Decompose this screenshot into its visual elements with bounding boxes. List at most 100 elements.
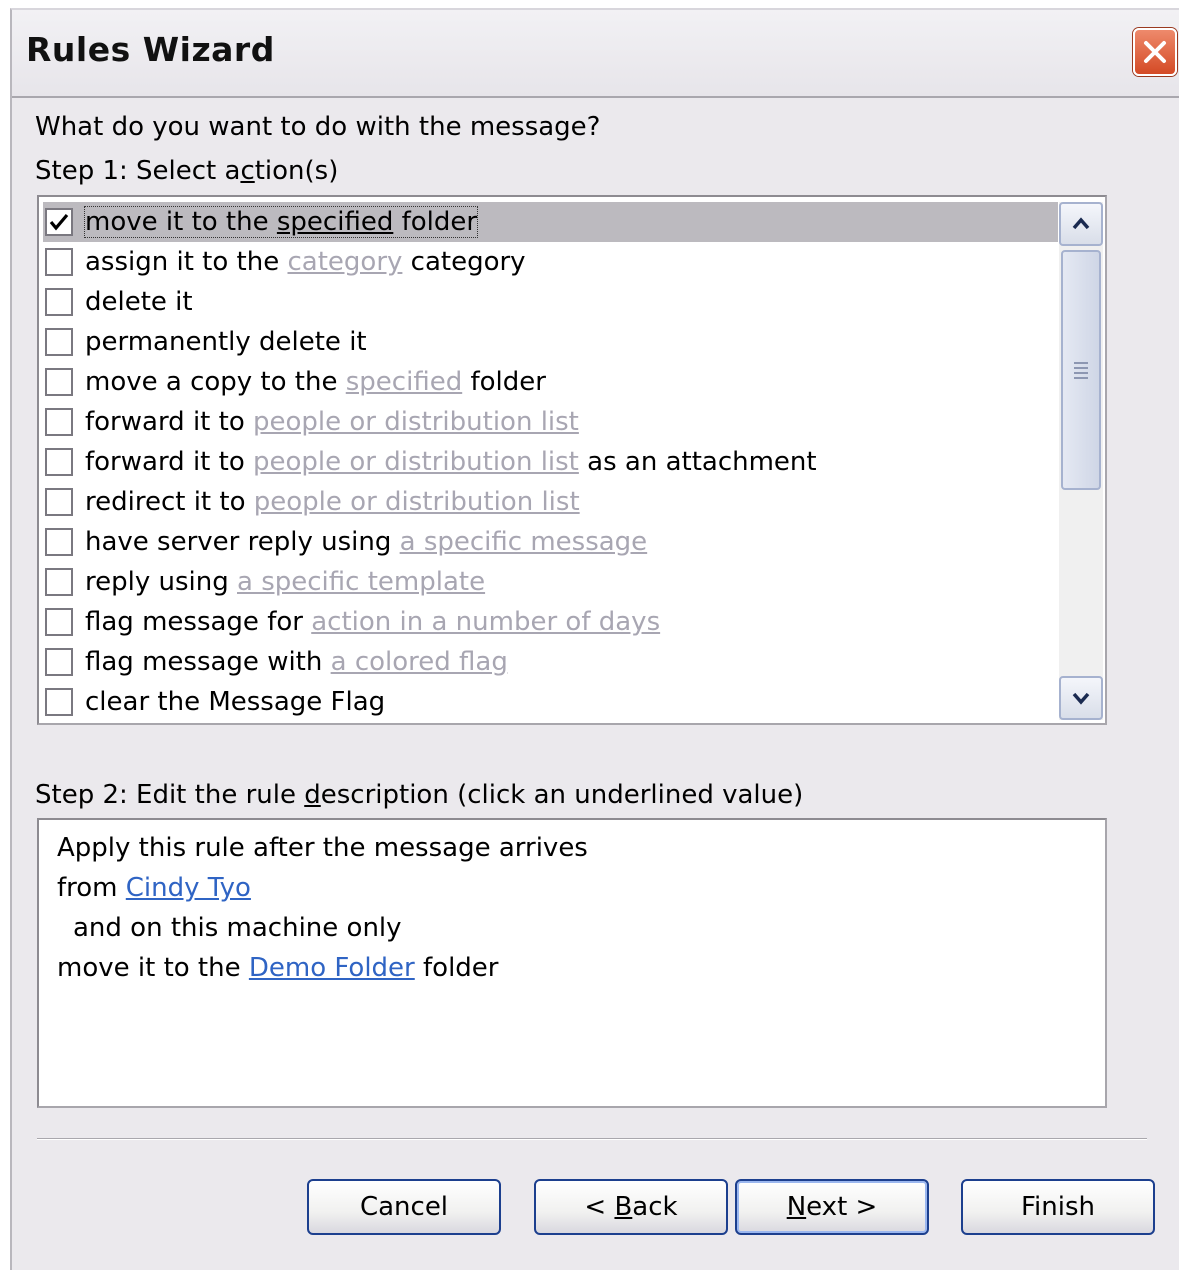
action-checkbox[interactable]	[45, 688, 73, 716]
action-checkbox[interactable]	[45, 648, 73, 676]
action-placeholder-link[interactable]: category	[287, 247, 402, 277]
close-button[interactable]	[1133, 28, 1177, 76]
step1-label-mnemonic: c	[240, 156, 255, 186]
action-row[interactable]: delete it	[43, 282, 1058, 322]
action-text: clear the Message Flag	[85, 687, 386, 717]
title-bar[interactable]: Rules Wizard	[12, 10, 1179, 98]
action-checkbox[interactable]	[45, 608, 73, 636]
action-checkbox[interactable]	[45, 328, 73, 356]
action-placeholder-link[interactable]: people or distribution list	[253, 447, 579, 477]
action-row[interactable]: forward it to people or distribution lis…	[43, 442, 1058, 482]
cancel-label: Cancel	[359, 1192, 449, 1222]
action-placeholder-link[interactable]: a colored flag	[331, 647, 508, 677]
wizard-prompt: What do you want to do with the message?	[35, 112, 601, 142]
action-text: delete it	[85, 287, 193, 317]
action-checkbox[interactable]	[45, 448, 73, 476]
folder-link[interactable]: Demo Folder	[249, 953, 415, 983]
description-line: and on this machine only	[73, 913, 402, 943]
step2-label-part: escription (click an underlined value)	[320, 780, 804, 810]
checkmark-icon	[49, 213, 69, 231]
action-label: move it to the specified folder	[83, 206, 479, 238]
action-row[interactable]: flag message with a colored flag	[43, 642, 1058, 682]
description-text: folder	[414, 953, 499, 983]
scroll-down-button[interactable]	[1059, 676, 1103, 720]
action-row[interactable]: have server reply using a specific messa…	[43, 522, 1058, 562]
action-placeholder-link[interactable]: action in a number of days	[311, 607, 660, 637]
sender-link[interactable]: Cindy Tyo	[126, 873, 251, 903]
action-label: reply using a specific template	[85, 567, 485, 597]
action-text: have server reply using	[85, 527, 400, 557]
finish-label: Finish	[1020, 1192, 1095, 1222]
action-checkbox[interactable]	[45, 568, 73, 596]
action-checkbox[interactable]	[45, 248, 73, 276]
scroll-up-button[interactable]	[1059, 202, 1103, 246]
action-checkbox[interactable]	[45, 528, 73, 556]
step1-label-part: tion(s)	[254, 156, 339, 186]
action-label: permanently delete it	[85, 327, 367, 357]
action-text: reply using	[85, 567, 237, 597]
back-label-mnemonic: B	[614, 1192, 633, 1222]
action-label: delete it	[85, 287, 193, 317]
action-text: as an attachment	[578, 447, 817, 477]
rule-description-box: Apply this rule after the message arrive…	[37, 818, 1107, 1108]
grip-icon	[1074, 361, 1088, 379]
step1-label-part: Step 1: Select a	[35, 156, 241, 186]
action-text: move it to the	[85, 207, 277, 237]
description-line: move it to the Demo Folder folder	[57, 948, 1087, 988]
action-label: flag message with a colored flag	[85, 647, 508, 677]
action-label: have server reply using a specific messa…	[85, 527, 647, 557]
action-placeholder-link[interactable]: specified	[346, 367, 462, 397]
back-button[interactable]: < Back	[534, 1179, 728, 1235]
actions-list: move it to the specified folder assign it…	[43, 202, 1058, 722]
action-row[interactable]: move a copy to the specified folder	[43, 362, 1058, 402]
description-line: Apply this rule after the message arrive…	[57, 833, 588, 863]
separator	[37, 1138, 1147, 1140]
chevron-down-icon	[1072, 692, 1090, 705]
action-row[interactable]: move it to the specified folder	[43, 202, 1058, 242]
description-text: move it to the	[57, 953, 249, 983]
finish-button[interactable]: Finish	[961, 1179, 1155, 1235]
action-label: forward it to people or distribution lis…	[85, 447, 817, 477]
action-text: folder	[393, 207, 478, 237]
action-text: folder	[462, 367, 546, 397]
action-label: flag message for action in a number of d…	[85, 607, 660, 637]
action-row[interactable]: assign it to the category category	[43, 242, 1058, 282]
next-label-mnemonic: N	[786, 1192, 807, 1222]
action-label: move a copy to the specified folder	[85, 367, 546, 397]
action-row[interactable]: reply using a specific template	[43, 562, 1058, 602]
action-row[interactable]: clear the Message Flag	[43, 682, 1058, 722]
action-text: assign it to the	[85, 247, 288, 277]
next-label-rest: ext >	[806, 1192, 878, 1222]
action-placeholder-link[interactable]: people or distribution list	[254, 487, 580, 517]
window-title: Rules Wizard	[26, 30, 275, 69]
action-row[interactable]: redirect it to people or distribution li…	[43, 482, 1058, 522]
back-label-prefix: <	[584, 1192, 607, 1222]
description-line: from Cindy Tyo	[57, 868, 1087, 908]
action-row[interactable]: flag message for action in a number of d…	[43, 602, 1058, 642]
action-checkbox[interactable]	[45, 208, 73, 236]
action-text: redirect it to	[85, 487, 254, 517]
action-label: clear the Message Flag	[85, 687, 385, 717]
action-placeholder-link[interactable]: a specific message	[400, 527, 648, 557]
action-placeholder-link[interactable]: people or distribution list	[253, 407, 579, 437]
description-text: from	[57, 873, 126, 903]
next-button[interactable]: Next >	[735, 1179, 929, 1235]
action-text: forward it to	[85, 407, 253, 437]
action-checkbox[interactable]	[45, 408, 73, 436]
action-checkbox[interactable]	[45, 488, 73, 516]
close-icon	[1144, 41, 1166, 63]
action-value-link[interactable]: specified	[277, 207, 393, 237]
action-row[interactable]: forward it to people or distribution lis…	[43, 402, 1058, 442]
action-placeholder-link[interactable]: a specific template	[237, 567, 485, 597]
cancel-button[interactable]: Cancel	[307, 1179, 501, 1235]
action-row[interactable]: permanently delete it	[43, 322, 1058, 362]
action-text: forward it to	[85, 447, 253, 477]
action-checkbox[interactable]	[45, 288, 73, 316]
action-checkbox[interactable]	[45, 368, 73, 396]
step1-label: Step 1: Select action(s)	[35, 156, 338, 186]
actions-listbox[interactable]: move it to the specified folder assign it…	[37, 195, 1107, 725]
actions-scrollbar[interactable]	[1059, 202, 1103, 720]
scroll-thumb[interactable]	[1061, 250, 1101, 490]
action-text: permanently delete it	[85, 327, 367, 357]
back-label-rest: ack	[632, 1192, 678, 1222]
